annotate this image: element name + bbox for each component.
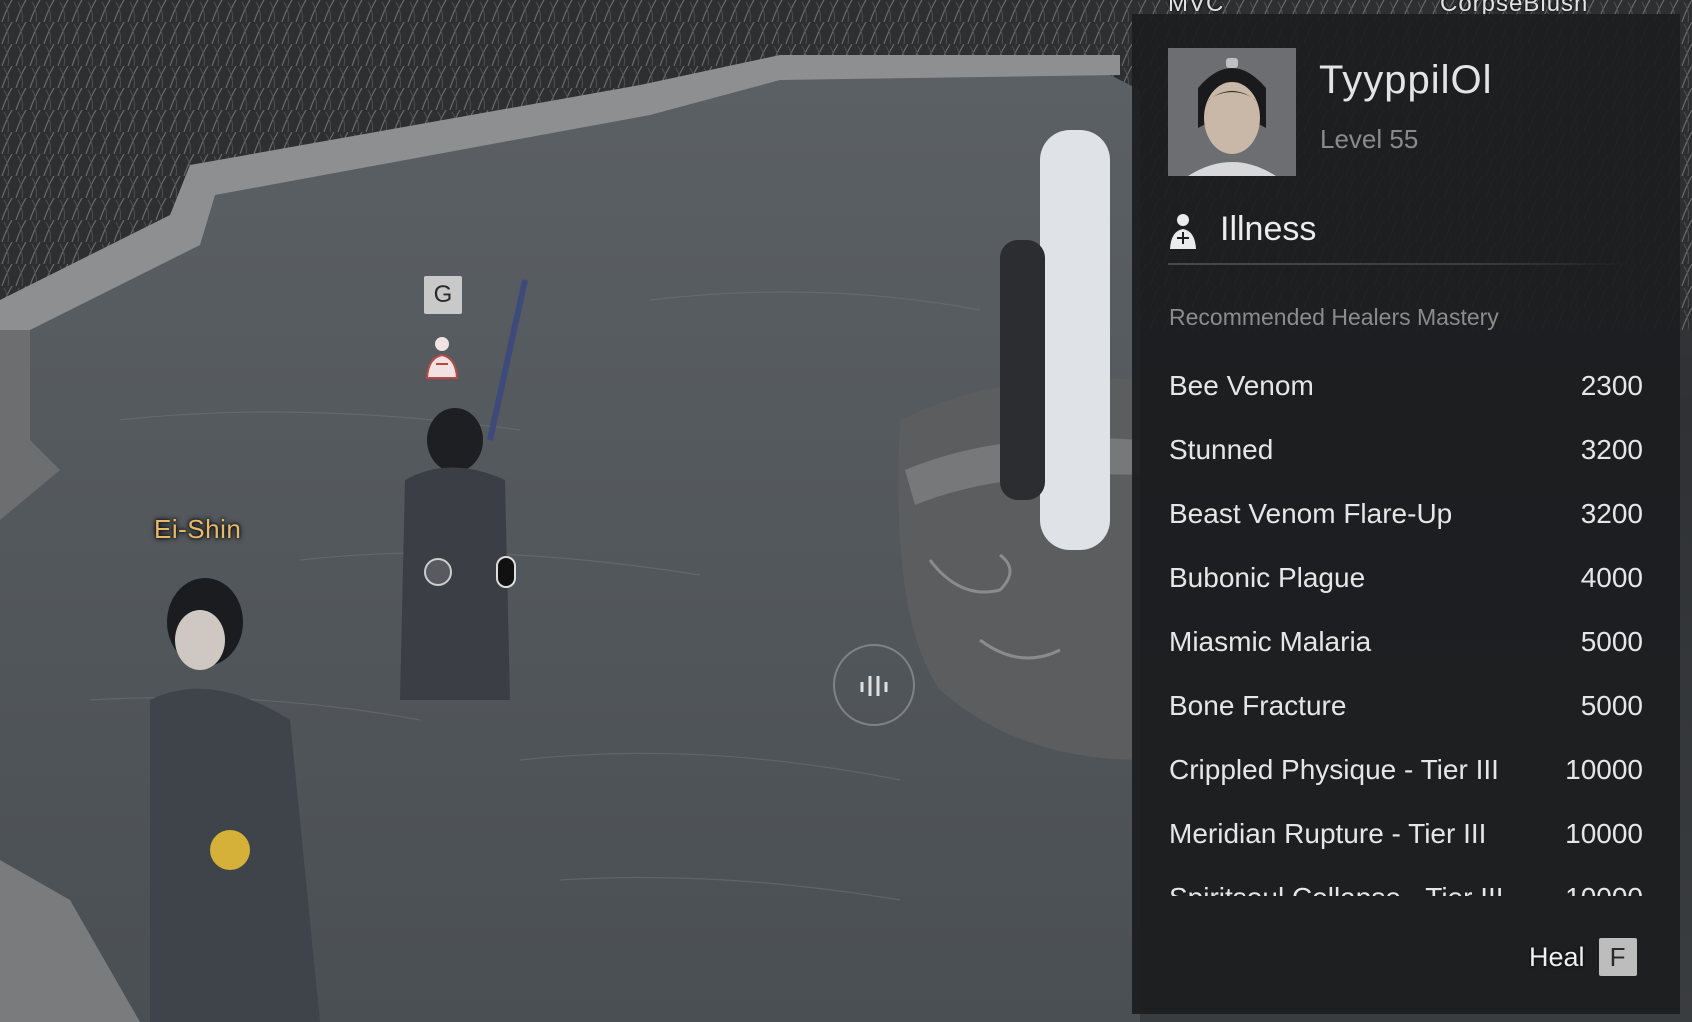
illness-mastery-value: 5000 <box>1580 690 1643 721</box>
illness-name: Spiritsoul Collapse - Tier III <box>1169 882 1504 896</box>
player-name: TyyppilOl <box>1319 58 1493 102</box>
recommended-mastery-label: Recommended Healers Mastery <box>1169 304 1499 330</box>
illness-mastery-value: 3200 <box>1580 434 1643 465</box>
illness-list[interactable]: Bee Venom 2300 Stunned 3200 Beast Venom Flar… <box>1169 354 1643 896</box>
avatar <box>1168 48 1296 176</box>
target-circle-icon <box>424 558 452 586</box>
illness-row[interactable]: Spiritsoul Collapse - Tier III 10000 <box>1169 866 1643 896</box>
patient-marker-icon <box>424 334 460 380</box>
illness-name: Bone Fracture <box>1169 690 1347 721</box>
illness-name: Bubonic Plague <box>1169 562 1366 593</box>
illness-mastery-value: 2300 <box>1580 370 1643 401</box>
illness-mastery-value: 10000 <box>1565 754 1643 785</box>
section-title: Illness <box>1220 210 1317 248</box>
illness-name: Miasmic Malaria <box>1169 626 1372 657</box>
illness-name: Beast Venom Flare-Up <box>1169 498 1453 529</box>
player-portrait <box>1168 48 1296 176</box>
heal-action[interactable]: Heal F <box>1529 938 1637 976</box>
illness-name: Bee Venom <box>1169 370 1314 401</box>
illness-mastery-value: 10000 <box>1565 818 1643 849</box>
illness-mastery-value: 4000 <box>1580 562 1643 593</box>
illness-row[interactable]: Beast Venom Flare-Up 3200 <box>1169 482 1643 546</box>
illness-row[interactable]: Bee Venom 2300 <box>1169 354 1643 418</box>
illness-row[interactable]: Meridian Rupture - Tier III 10000 <box>1169 802 1643 866</box>
player-level: Level 55 <box>1320 124 1419 154</box>
illness-name: Meridian Rupture - Tier III <box>1169 818 1487 849</box>
illness-mastery-value: 5000 <box>1580 626 1643 657</box>
heal-panel: TyyppilOl Level 55 Illness Recommended H… <box>1132 14 1680 1014</box>
illness-row[interactable]: Miasmic Malaria 5000 <box>1169 610 1643 674</box>
illness-mastery-value: 3200 <box>1580 498 1643 529</box>
illness-row[interactable]: Bone Fracture 5000 <box>1169 674 1643 738</box>
mouse-icon <box>496 556 516 588</box>
illness-row[interactable]: Crippled Physique - Tier III 10000 <box>1169 738 1643 802</box>
illness-name: Crippled Physique - Tier III <box>1169 754 1499 785</box>
illness-mastery-value: 10000 <box>1565 882 1643 896</box>
illness-row[interactable]: Stunned 3200 <box>1169 418 1643 482</box>
illness-row[interactable]: Bubonic Plague 4000 <box>1169 546 1643 610</box>
illness-name: Stunned <box>1169 434 1274 465</box>
heal-label: Heal <box>1529 941 1585 972</box>
heal-key-button[interactable]: F <box>1598 938 1637 976</box>
npc-name-label[interactable]: Ei-Shin <box>154 514 241 545</box>
patient-bust-icon <box>1168 212 1198 250</box>
interact-key-prompt[interactable]: G <box>424 276 462 314</box>
section-divider <box>1168 263 1628 265</box>
